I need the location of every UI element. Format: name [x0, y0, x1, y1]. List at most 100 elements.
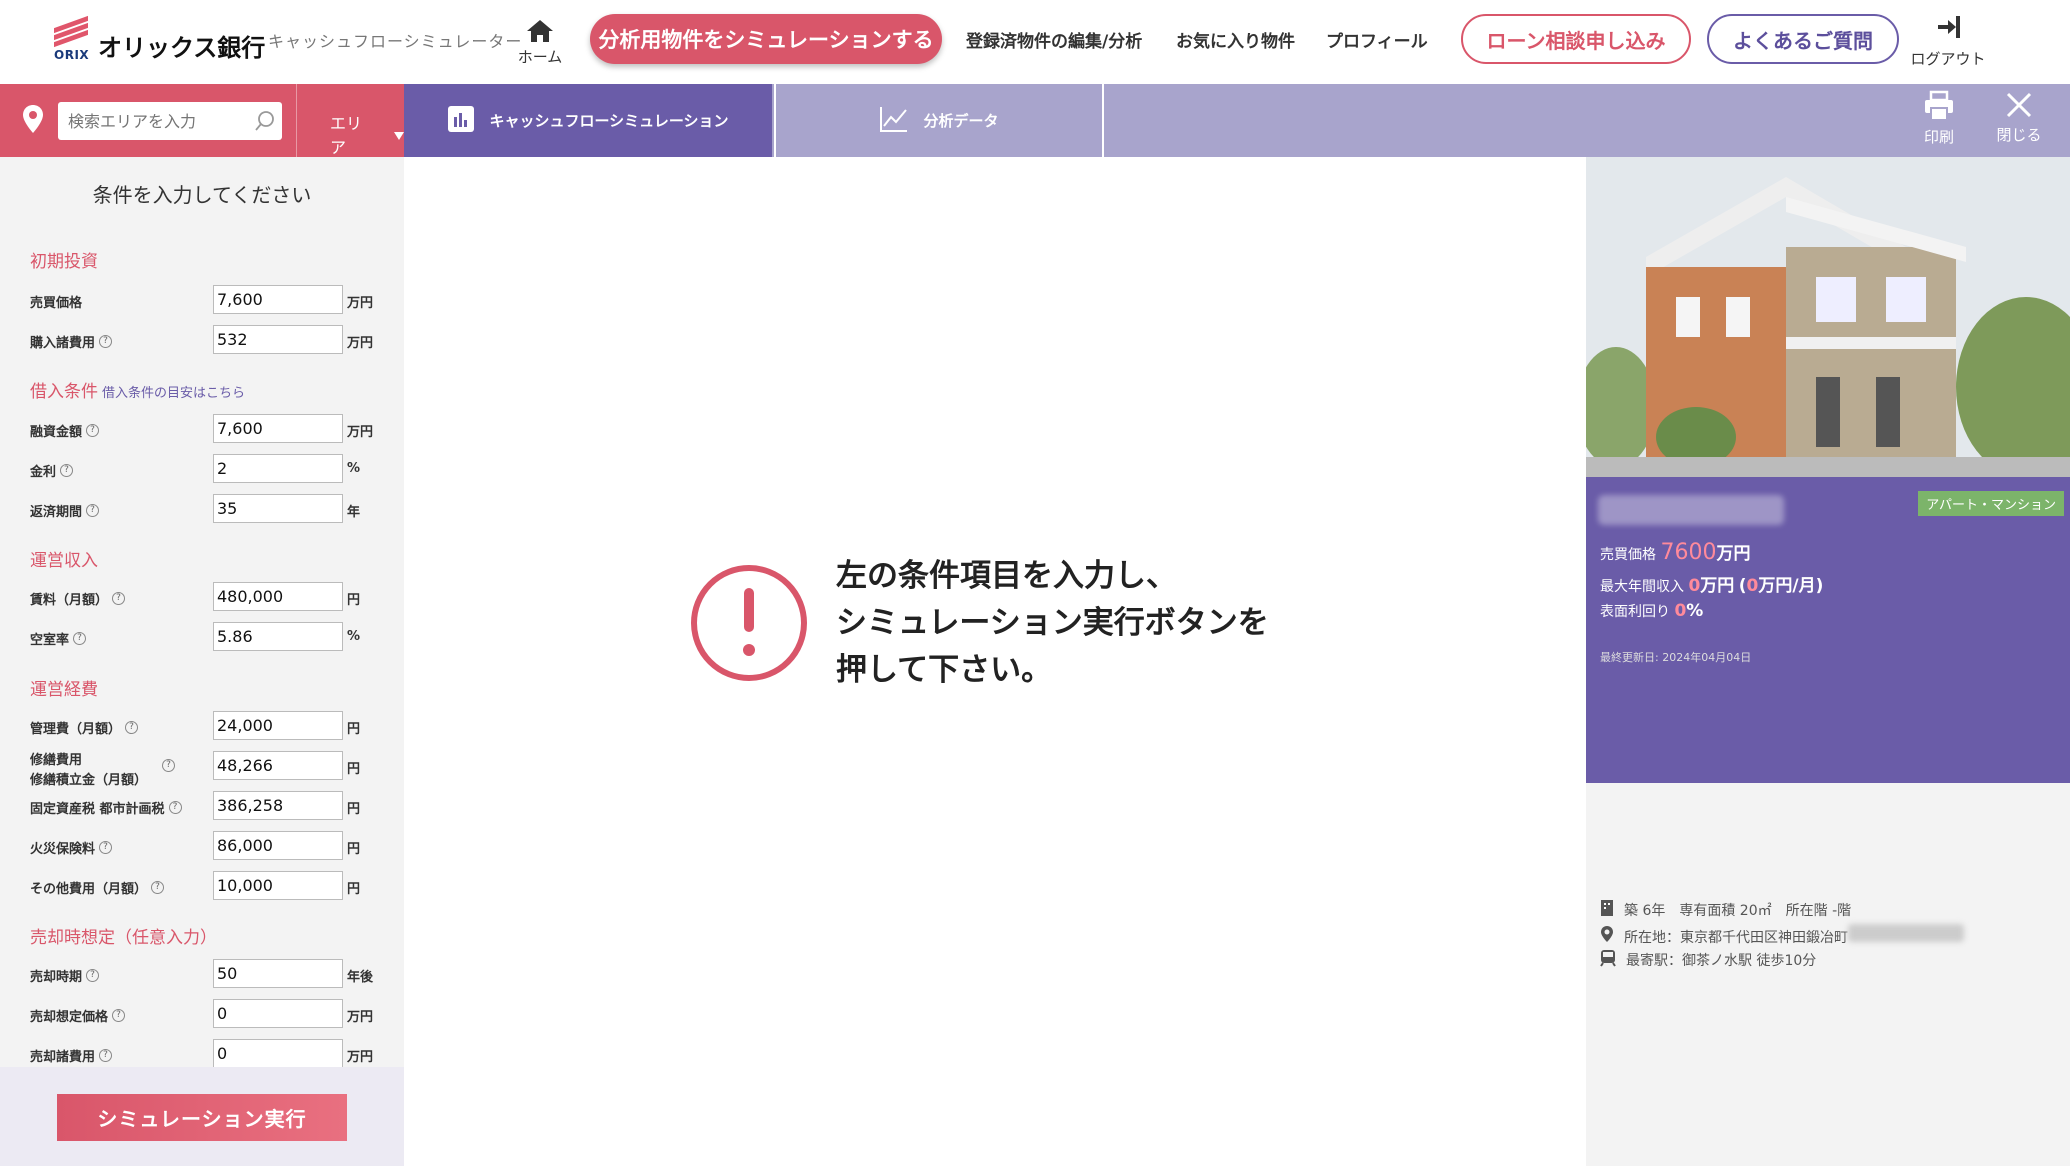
row-interest: 金利? % — [30, 454, 380, 484]
sale-time-label: 売却時期? — [30, 966, 100, 985]
interest-input[interactable] — [213, 454, 343, 483]
divider — [296, 84, 297, 157]
property-tax-label: 固定資産税 都市計画税? — [30, 798, 182, 817]
help-icon[interactable]: ? — [125, 721, 139, 734]
unit-label: 円 — [347, 882, 361, 897]
loan-amount-input[interactable] — [213, 414, 343, 443]
loan-consult-button[interactable]: ローン相談申し込み — [1461, 14, 1691, 64]
building-icon — [1600, 899, 1614, 921]
section-sale-assumption: 売却時想定（任意入力） — [30, 928, 217, 948]
logout-label: ログアウト — [1910, 50, 1986, 68]
nav-profile[interactable]: プロフィール — [1326, 27, 1428, 52]
nav-edit-registered[interactable]: 登録済物件の編集/分析 — [966, 27, 1142, 52]
purchase-cost-label: 購入諸費用? — [30, 332, 113, 351]
form-title: 条件を入力してください — [92, 183, 312, 207]
tab-analysis-data[interactable]: 分析データ — [774, 84, 1104, 157]
instruction-message: 左の条件項目を入力し、 シミュレーション実行ボタンを 押して下さい。 — [836, 558, 1269, 688]
search-bar: エリア — [0, 84, 404, 157]
sale-cost-label: 売却諸費用? — [30, 1046, 113, 1065]
row-property-tax: 固定資産税 都市計画税? 円 — [30, 791, 380, 821]
area-search-input[interactable] — [58, 102, 238, 140]
section-initial-investment: 初期投資 — [30, 252, 98, 272]
train-icon — [1600, 949, 1616, 971]
help-icon[interactable]: ? — [99, 841, 113, 854]
vacancy-input[interactable] — [213, 622, 343, 651]
logout-button[interactable]: ログアウト — [1906, 14, 1990, 69]
help-icon[interactable]: ? — [99, 1049, 113, 1062]
repair-label: 修繕費用 修繕積立金（月額） — [30, 753, 148, 788]
help-icon[interactable]: ? — [86, 504, 100, 517]
mgmt-fee-input[interactable] — [213, 711, 343, 740]
search-icon[interactable] — [254, 110, 276, 136]
other-costs-input[interactable] — [213, 871, 343, 900]
unit-label: 円 — [347, 802, 361, 817]
home-button[interactable]: ホーム — [514, 18, 566, 67]
help-icon[interactable]: ? — [86, 424, 100, 437]
area-dropdown-label: エリア — [330, 114, 363, 157]
help-icon[interactable]: ? — [151, 881, 165, 894]
sale-cost-input[interactable] — [213, 1039, 343, 1068]
property-type-badge: アパート・マンション — [1918, 491, 2064, 516]
unit-label: % — [347, 629, 361, 644]
loan-guide-link[interactable]: 借入条件の目安はこちら — [102, 386, 245, 401]
property-panel: アパート・マンション 売買価格 7600万円 最大年間収入 0万円 (0万円/月… — [1586, 157, 2070, 1166]
price-input[interactable] — [213, 285, 343, 314]
rent-input[interactable] — [213, 582, 343, 611]
sale-price-input[interactable] — [213, 999, 343, 1028]
unit-label: 円 — [347, 762, 361, 777]
help-icon[interactable]: ? — [112, 592, 126, 605]
help-icon[interactable]: ? — [99, 335, 113, 348]
rent-label: 賃料（月額）? — [30, 589, 126, 608]
unit-label: 円 — [347, 593, 361, 608]
run-simulation-button[interactable]: シミュレーション実行 — [57, 1094, 347, 1141]
unit-label: % — [347, 461, 361, 476]
area-dropdown[interactable]: エリア — [330, 110, 404, 158]
property-name-redacted — [1598, 495, 1784, 525]
row-sale-cost: 売却諸費用? 万円 — [30, 1039, 380, 1069]
purchase-cost-input[interactable] — [213, 325, 343, 354]
yield-info: 表面利回り 0% — [1600, 601, 1704, 621]
row-price: 売買価格 万円 — [30, 285, 380, 315]
help-icon[interactable]: ? — [60, 464, 74, 477]
nav-favorites[interactable]: お気に入り物件 — [1176, 27, 1295, 52]
help-icon[interactable]: ? — [73, 632, 87, 645]
logo-text: オリックス銀行 — [98, 34, 266, 62]
row-purchase-cost: 購入諸費用? 万円 — [30, 325, 380, 355]
help-icon[interactable]: ? — [112, 1009, 126, 1022]
tab-label: 分析データ — [923, 112, 999, 130]
repair-input[interactable] — [213, 751, 343, 780]
vacancy-label: 空室率? — [30, 629, 87, 648]
sale-time-input[interactable] — [213, 959, 343, 988]
unit-label: 万円 — [347, 1010, 374, 1025]
line-chart-icon — [879, 105, 909, 137]
orix-bank-logo[interactable]: ORIX オリックス銀行 — [52, 14, 265, 63]
fire-insurance-input[interactable] — [213, 831, 343, 860]
section-operating-income: 運営収入 — [30, 551, 98, 571]
help-icon[interactable]: ? — [162, 759, 175, 772]
row-mgmt-fee: 管理費（月額）? 円 — [30, 711, 380, 741]
location-pin-icon — [22, 104, 44, 138]
printer-icon — [1922, 90, 1956, 126]
help-icon[interactable]: ? — [86, 969, 100, 982]
mgmt-fee-label: 管理費（月額）? — [30, 718, 139, 737]
loan-amount-label: 融資金額? — [30, 421, 100, 440]
unit-label: 万円 — [347, 1050, 374, 1065]
close-button[interactable]: 閉じる — [1984, 90, 2054, 145]
print-button[interactable]: 印刷 — [1904, 90, 1974, 147]
other-costs-label: その他費用（月額）? — [30, 878, 165, 897]
search-box — [58, 102, 282, 140]
row-fire-insurance: 火災保険料? 円 — [30, 831, 380, 861]
tab-bar: キャッシュフローシミュレーション 分析データ 印刷 閉じる — [404, 84, 2070, 157]
alert-icon — [690, 564, 808, 686]
simulate-property-button[interactable]: 分析用物件をシミュレーションする — [590, 14, 942, 64]
unit-label: 年後 — [347, 970, 374, 985]
faq-button[interactable]: よくあるご質問 — [1707, 14, 1899, 64]
price-label: 売買価格 — [30, 296, 83, 311]
property-tax-input[interactable] — [213, 791, 343, 820]
location-pin-icon — [1600, 925, 1614, 947]
unit-label: 万円 — [347, 425, 374, 440]
help-icon[interactable]: ? — [168, 801, 182, 814]
row-sale-price: 売却想定価格? 万円 — [30, 999, 380, 1029]
tab-cashflow-simulation[interactable]: キャッシュフローシミュレーション — [404, 84, 772, 157]
term-input[interactable] — [213, 494, 343, 523]
